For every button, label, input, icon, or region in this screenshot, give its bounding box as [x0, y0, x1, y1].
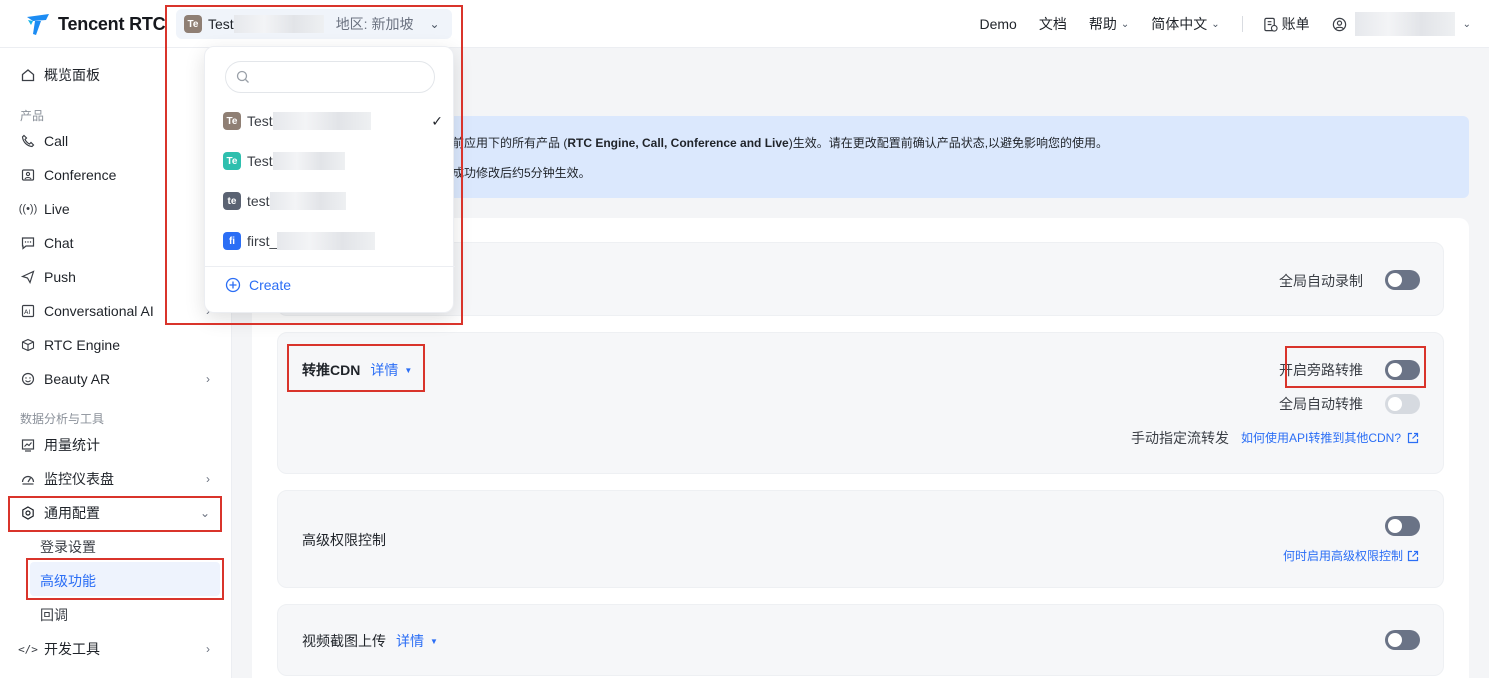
sidebar-item-devtools[interactable]: </> 开发工具 ›	[18, 632, 220, 666]
banner-line-2: 成功修改后约5分钟生效。	[452, 166, 591, 180]
broadcast-icon: ((•))	[18, 203, 38, 215]
highlight-bypass-toggle	[1285, 346, 1426, 388]
section-label-analytics: 数据分析与工具	[20, 412, 105, 426]
sidebar-item-label: Push	[44, 269, 76, 285]
permission-toggle[interactable]	[1385, 516, 1420, 536]
language-menu[interactable]: 简体中文 ⌄	[1151, 14, 1219, 34]
permission-card: 高级权限控制 何时启用高级权限控制	[277, 490, 1444, 588]
permission-help-text: 何时启用高级权限控制	[1282, 549, 1403, 563]
sidebar-item-label: 开发工具	[44, 641, 100, 657]
caret-down-icon: ▼	[430, 637, 438, 646]
permission-help-link[interactable]: 何时启用高级权限控制	[1283, 547, 1419, 564]
billing-label: 账单	[1281, 16, 1310, 32]
user-icon	[1332, 17, 1346, 31]
sidebar-item-label: Live	[44, 201, 70, 217]
highlight-app-selector	[165, 5, 463, 325]
external-link-icon	[1407, 550, 1419, 561]
sidebar-item-label: 监控仪表盘	[44, 471, 114, 487]
chart-icon	[20, 437, 36, 453]
sidebar-item-label: Chat	[44, 235, 74, 251]
conference-icon	[20, 167, 36, 183]
help-menu[interactable]: 帮助 ⌄	[1089, 14, 1129, 34]
section-label-products: 产品	[20, 109, 45, 123]
sidebar-item-usage[interactable]: 用量统计	[20, 428, 220, 462]
redacted-account-name	[1354, 12, 1455, 36]
code-icon: </>	[18, 642, 38, 656]
demo-link[interactable]: Demo	[979, 16, 1016, 32]
sidebar-item-monitor[interactable]: 监控仪表盘 ›	[20, 462, 220, 496]
auto-record-label: 全局自动录制	[1279, 273, 1363, 289]
nav-divider	[1241, 16, 1243, 32]
billing-link[interactable]: 账单	[1263, 14, 1310, 34]
ai-icon: AI	[20, 303, 36, 319]
smile-icon	[20, 371, 36, 387]
auto-push-toggle[interactable]	[1385, 394, 1420, 414]
chat-icon	[20, 235, 36, 251]
help-label: 帮助	[1088, 16, 1117, 32]
snapshot-title: 视频截图上传 详情 ▼	[302, 631, 438, 651]
chevron-down-icon: ⌄	[1120, 18, 1130, 30]
logo-text: Tencent RTC	[58, 13, 166, 34]
snapshot-title-text: 视频截图上传	[302, 633, 386, 649]
sidebar-item-label: 概览面板	[44, 67, 100, 83]
cdn-card: 转推CDN 详情 ▼ 开启旁路转推 全局自动转推 手动指定流转发 如何使用API转推…	[277, 332, 1444, 474]
logo[interactable]: Tencent RTC	[24, 10, 166, 38]
sidebar-item-rtc-engine[interactable]: RTC Engine	[20, 328, 220, 362]
sidebar-item-label: Beauty AR	[44, 371, 111, 387]
banner-text: 前应用下的所有产品 (	[452, 136, 568, 150]
docs-link[interactable]: 文档	[1039, 14, 1067, 34]
banner-text: )生效。请在更改配置前确认产品状态,以避免影响您的使用。	[788, 136, 1109, 150]
sidebar-item-beauty-ar[interactable]: Beauty AR ›	[20, 362, 220, 396]
snapshot-card: 视频截图上传 详情 ▼	[277, 604, 1444, 676]
external-link-icon	[1407, 432, 1419, 443]
snapshot-detail-link[interactable]: 详情	[396, 633, 424, 649]
send-icon	[20, 269, 36, 285]
sidebar-item-label: 用量统计	[44, 437, 100, 453]
chevron-down-icon: ⌄	[1211, 18, 1220, 30]
highlight-general-config	[8, 496, 222, 532]
auto-push-label: 全局自动转推	[1279, 396, 1363, 412]
home-icon	[20, 67, 36, 83]
sidebar-subitem-login[interactable]: 登录设置	[40, 537, 96, 557]
banner-line-1: 前应用下的所有产品 (RTC Engine, Call, Conference …	[452, 134, 1108, 151]
highlight-advanced	[26, 558, 224, 600]
sidebar-item-label: RTC Engine	[44, 337, 121, 353]
highlight-cdn-title	[287, 344, 425, 392]
snapshot-toggle[interactable]	[1385, 630, 1420, 650]
api-push-help-link[interactable]: 如何使用API转推到其他CDN?	[1241, 429, 1419, 446]
auto-record-toggle[interactable]	[1385, 270, 1420, 290]
chevron-right-icon: ›	[206, 642, 210, 656]
phone-icon	[20, 133, 36, 149]
chevron-right-icon: ›	[206, 472, 210, 486]
sidebar-item-label: Conference	[44, 167, 117, 183]
language-label: 简体中文	[1151, 16, 1208, 32]
chevron-down-icon: ⌄	[1462, 18, 1471, 30]
chevron-right-icon: ›	[206, 372, 210, 386]
svg-text:AI: AI	[24, 308, 30, 316]
billing-icon	[1263, 17, 1278, 32]
cube-icon	[20, 337, 36, 353]
gauge-icon	[20, 471, 36, 487]
sidebar-item-label: Conversational AI	[44, 303, 154, 319]
permission-title: 高级权限控制	[302, 532, 386, 548]
account-menu[interactable]: ⌄	[1332, 12, 1471, 36]
manual-forward-label: 手动指定流转发	[1131, 430, 1229, 446]
tencent-rtc-logo-icon	[27, 14, 49, 35]
banner-products: RTC Engine, Call, Conference and Live	[567, 136, 789, 150]
sidebar-subitem-callback[interactable]: 回调	[40, 605, 68, 625]
top-nav: Demo 文档 帮助 ⌄ 简体中文 ⌄ 账单 ⌄	[979, 0, 1489, 48]
sidebar-item-label: Call	[44, 133, 69, 149]
api-push-help-text: 如何使用API转推到其他CDN?	[1240, 431, 1401, 445]
